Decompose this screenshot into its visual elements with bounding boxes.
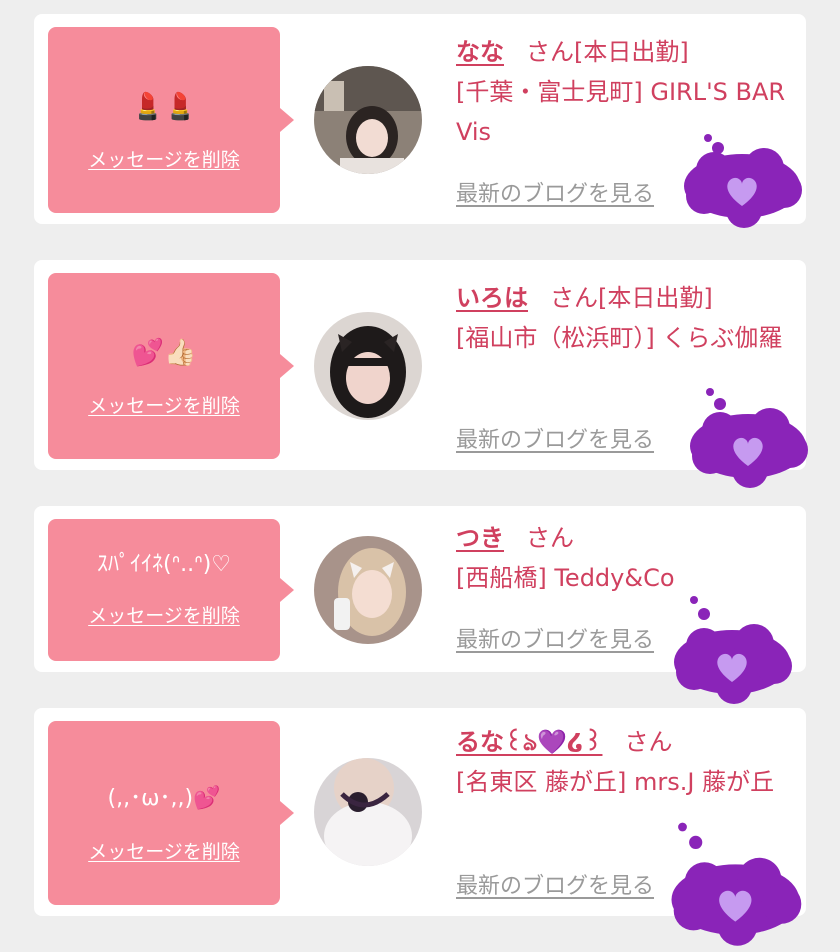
avatar[interactable] [314,758,422,866]
message-stamp: 💄💄 [131,92,197,122]
work-status: [本日出勤] [598,284,713,312]
message-card: 💕👍🏻 メッセージを削除 いろは さん[本日出勤] [福山市（松浜町）] くらぶ伽… [34,260,808,488]
delete-message-link[interactable]: メッセージを削除 [48,145,280,172]
avatar[interactable] [314,312,422,420]
honorific: さん [624,728,673,756]
message-bubble: (,,･ω･,,)💕 メッセージを削除 [48,721,280,905]
cast-info: つき さん [西船橋] Teddy&Co [456,518,801,598]
shop-name: [名東区 藤が丘] mrs.J 藤が丘 [456,768,775,796]
honorific: さん [526,524,574,552]
honorific: さん [550,284,598,312]
shop-name: [福山市（松浜町）] くらぶ伽羅 [456,324,783,352]
honorific: さん [526,38,574,66]
delete-message-link[interactable]: メッセージを削除 [48,837,280,864]
purple-heart-cloud-icon [664,596,794,706]
purple-heart-cloud-icon [680,388,810,490]
message-stamp: (,,･ω･,,)💕 [107,786,221,811]
avatar[interactable] [314,66,422,174]
purple-heart-cloud-icon [674,130,804,230]
message-stamp: 💕👍🏻 [131,338,197,368]
message-bubble: 💄💄 メッセージを削除 [48,27,280,213]
delete-message-link[interactable]: メッセージを削除 [48,391,280,418]
profile-photo-icon [314,66,422,174]
message-card: 💄💄 メッセージを削除 なな さん[本日出勤] [千葉・富士見町] GIRL'S … [34,14,806,228]
message-card: (,,･ω･,,)💕 メッセージを削除 るな꒰ঌ💜໒꒱ さん [名東区 藤が丘] … [34,708,806,946]
cast-name-link[interactable]: るな꒰ঌ💜໒꒱ [456,728,602,756]
shop-name: [西船橋] Teddy&Co [456,564,675,592]
latest-blog-link[interactable]: 最新のブログを見る [456,176,654,208]
latest-blog-link[interactable]: 最新のブログを見る [456,422,654,454]
profile-photo-icon [314,758,422,866]
cast-name-link[interactable]: なな [456,38,504,66]
message-bubble: 💕👍🏻 メッセージを削除 [48,273,280,459]
avatar[interactable] [314,536,422,644]
cast-info: るな꒰ঌ💜໒꒱ さん [名東区 藤が丘] mrs.J 藤が丘 [456,722,801,802]
message-stamp: ｽﾊﾟｲｲﾈ(ᐢ..ᐢ)♡ [97,552,231,577]
latest-blog-link[interactable]: 最新のブログを見る [456,622,654,654]
latest-blog-link[interactable]: 最新のブログを見る [456,868,654,900]
work-status: [本日出勤] [574,38,689,66]
cast-info: いろは さん[本日出勤] [福山市（松浜町）] くらぶ伽羅 [456,278,801,358]
profile-photo-icon [314,312,422,420]
delete-message-link[interactable]: メッセージを削除 [48,601,280,628]
message-card: ｽﾊﾟｲｲﾈ(ᐢ..ᐢ)♡ メッセージを削除 つき さん [西船橋] Teddy&… [34,506,806,704]
message-bubble: ｽﾊﾟｲｲﾈ(ᐢ..ᐢ)♡ メッセージを削除 [48,519,280,661]
purple-heart-cloud-icon [660,822,804,948]
cast-name-link[interactable]: いろは [456,284,528,312]
profile-photo-icon [314,536,422,644]
cast-name-link[interactable]: つき [456,524,504,552]
